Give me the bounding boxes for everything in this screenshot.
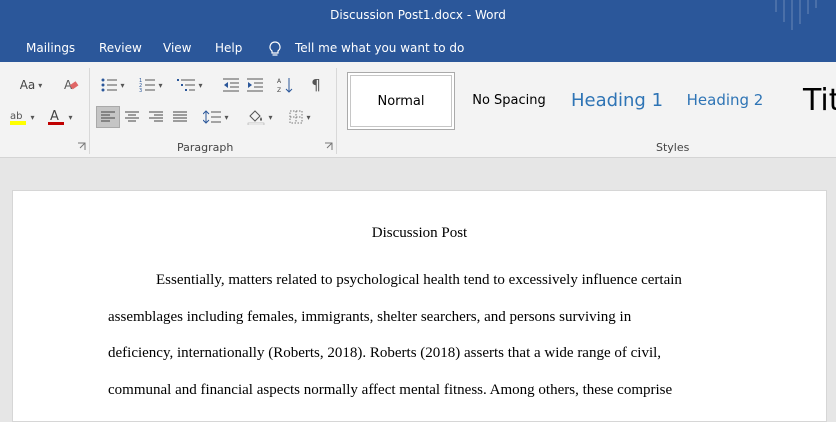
lightbulb-icon xyxy=(269,41,281,56)
tab-view[interactable]: View xyxy=(163,41,191,55)
ribbon-tabs: Mailings Review View Help Tell me what y… xyxy=(0,34,836,62)
clear-formatting-icon: A xyxy=(64,78,79,92)
borders-button[interactable]: ▾ xyxy=(284,106,316,128)
numbered-list-icon: 123 xyxy=(139,78,156,92)
multilevel-list-icon xyxy=(177,79,196,91)
paragraph-line: communal and financial aspects normally … xyxy=(108,382,673,398)
document-title: Discussion Post xyxy=(371,225,468,241)
change-case-label: Aa xyxy=(19,78,36,92)
style-heading-1-label: Heading 1 xyxy=(570,89,664,111)
tell-me-label: Tell me what you want to do xyxy=(295,41,465,55)
bullets-button[interactable]: ▾ xyxy=(98,74,128,96)
decrease-indent-button[interactable] xyxy=(220,74,242,96)
tab-help[interactable]: Help xyxy=(215,41,242,55)
chevron-down-icon: ▾ xyxy=(158,80,163,90)
style-heading-1[interactable]: Heading 1 xyxy=(565,72,669,128)
paragraph-dialog-launcher-icon[interactable] xyxy=(324,142,333,151)
sort-az-icon: AZ xyxy=(277,78,293,93)
change-case-button[interactable]: Aa ▾ xyxy=(14,74,48,96)
font-color-icon: A xyxy=(48,109,65,125)
shading-button[interactable]: ▾ xyxy=(244,106,276,128)
window-title: Discussion Post1.docx - Word xyxy=(330,8,506,22)
styles-group-label: Styles xyxy=(656,141,690,154)
title-bar-decoration xyxy=(775,0,817,30)
chevron-down-icon: ▾ xyxy=(68,112,73,122)
chevron-down-icon: ▾ xyxy=(268,112,273,122)
show-hide-marks-button[interactable]: ¶ xyxy=(305,74,327,96)
chevron-down-icon: ▾ xyxy=(224,112,229,122)
line-spacing-button[interactable]: ▾ xyxy=(200,106,232,128)
align-left-button[interactable] xyxy=(96,106,120,128)
line-spacing-icon xyxy=(203,110,222,124)
borders-icon xyxy=(289,110,303,124)
decrease-indent-icon xyxy=(223,78,239,92)
svg-text:3: 3 xyxy=(139,88,142,92)
style-normal[interactable]: Normal xyxy=(347,72,455,130)
svg-text:Z: Z xyxy=(277,87,281,93)
ribbon: Aa ▾ A ab ▾ A ▾ ▾ 123 ▾ ▾ A Z ¶ ▾ ▾ ▾ Pa… xyxy=(0,62,836,158)
tab-mailings[interactable]: Mailings xyxy=(26,41,75,55)
font-dialog-launcher-icon[interactable] xyxy=(77,142,86,151)
svg-text:ab: ab xyxy=(10,111,22,122)
align-right-icon xyxy=(149,111,163,122)
svg-text:A: A xyxy=(50,109,59,124)
chevron-down-icon: ▾ xyxy=(120,80,125,90)
group-separator xyxy=(89,68,90,154)
style-title-label: Tit xyxy=(803,82,836,118)
style-normal-label: Normal xyxy=(377,93,425,109)
paragraph-line: Essentially, matters related to psycholo… xyxy=(156,272,682,288)
svg-text:A: A xyxy=(277,78,282,85)
style-title[interactable]: Tit xyxy=(790,72,836,128)
style-heading-2[interactable]: Heading 2 xyxy=(676,72,774,128)
chevron-down-icon: ▾ xyxy=(30,112,35,122)
group-separator xyxy=(336,68,337,154)
numbering-button[interactable]: 123 ▾ xyxy=(136,74,166,96)
paragraph-group-label: Paragraph xyxy=(177,141,234,154)
highlight-pen-icon: ab xyxy=(10,111,27,125)
increase-indent-button[interactable] xyxy=(244,74,266,96)
bullet-list-icon xyxy=(101,78,118,92)
justify-button[interactable] xyxy=(169,106,191,128)
align-center-button[interactable] xyxy=(121,106,143,128)
tab-review[interactable]: Review xyxy=(99,41,142,55)
highlight-color-button[interactable]: ab ▾ xyxy=(6,106,38,128)
increase-indent-icon xyxy=(247,78,263,92)
style-no-spacing-label: No Spacing xyxy=(472,92,546,108)
chevron-down-icon: ▾ xyxy=(306,112,311,122)
pilcrow-icon: ¶ xyxy=(311,76,321,94)
justify-icon xyxy=(173,111,187,122)
document-page[interactable]: Discussion Post Essentially, matters rel… xyxy=(12,190,827,422)
paragraph-line: deficiency, internationally (Roberts, 20… xyxy=(108,345,662,361)
title-bar: Discussion Post1.docx - Word xyxy=(0,0,836,34)
align-center-icon xyxy=(125,111,139,122)
paint-bucket-icon xyxy=(248,110,265,125)
chevron-down-icon: ▾ xyxy=(38,80,43,90)
align-left-icon xyxy=(101,111,115,122)
font-color-button[interactable]: A ▾ xyxy=(44,106,76,128)
paragraph-line: assemblages including females, immigrant… xyxy=(108,309,632,325)
align-right-button[interactable] xyxy=(145,106,167,128)
style-heading-2-label: Heading 2 xyxy=(686,91,764,109)
sort-button[interactable]: AZ xyxy=(274,74,296,96)
chevron-down-icon: ▾ xyxy=(198,80,203,90)
multilevel-list-button[interactable]: ▾ xyxy=(174,74,206,96)
clear-formatting-button[interactable]: A xyxy=(60,74,82,96)
style-no-spacing[interactable]: No Spacing xyxy=(460,72,558,128)
